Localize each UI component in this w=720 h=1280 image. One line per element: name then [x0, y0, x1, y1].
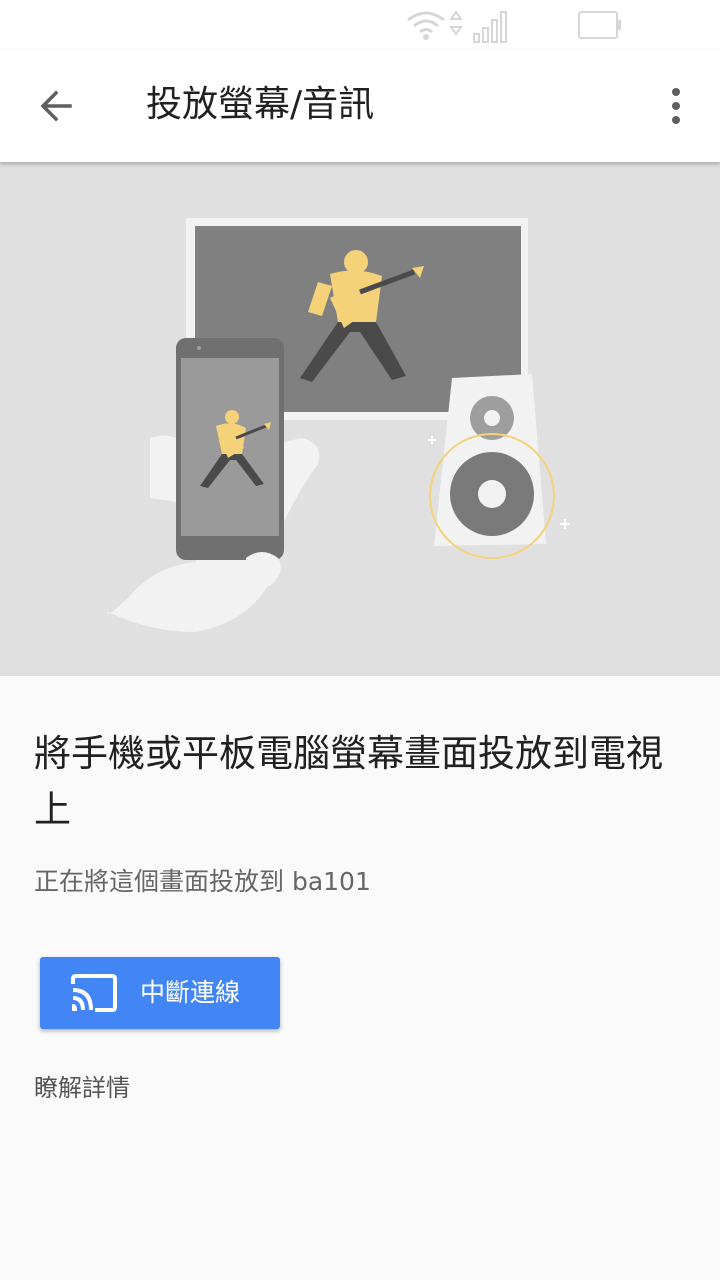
cast-illustration	[107, 218, 570, 632]
disconnect-button-label: 中斷連線	[140, 978, 241, 1007]
cellular-signal-icon	[473, 11, 507, 43]
hero-illustration	[0, 162, 720, 676]
wifi-icon	[407, 11, 445, 40]
cast-icon	[71, 974, 117, 1012]
back-button[interactable]	[24, 78, 88, 134]
main-content: 將手機或平板電腦螢幕畫面投放到電視上 正在將這個畫面投放到 ba101 中斷連線…	[0, 676, 720, 1280]
learn-more-link[interactable]: 瞭解詳情	[34, 1068, 130, 1103]
status-bar	[0, 0, 720, 50]
phone-illustration	[176, 338, 284, 560]
back-arrow-icon	[40, 90, 72, 122]
thumb-illustration	[244, 552, 281, 587]
app-bar: 投放螢幕/音訊	[0, 50, 720, 162]
page-title: 投放螢幕/音訊	[146, 84, 375, 125]
cast-status-text: 正在將這個畫面投放到 ba101	[34, 867, 371, 896]
battery-icon	[578, 11, 621, 39]
data-arrows-icon	[449, 10, 463, 36]
more-vert-icon	[672, 88, 680, 124]
more-options-button[interactable]	[650, 78, 702, 134]
headline: 將手機或平板電腦螢幕畫面投放到電視上	[34, 732, 663, 831]
disconnect-button[interactable]: 中斷連線	[40, 957, 280, 1029]
